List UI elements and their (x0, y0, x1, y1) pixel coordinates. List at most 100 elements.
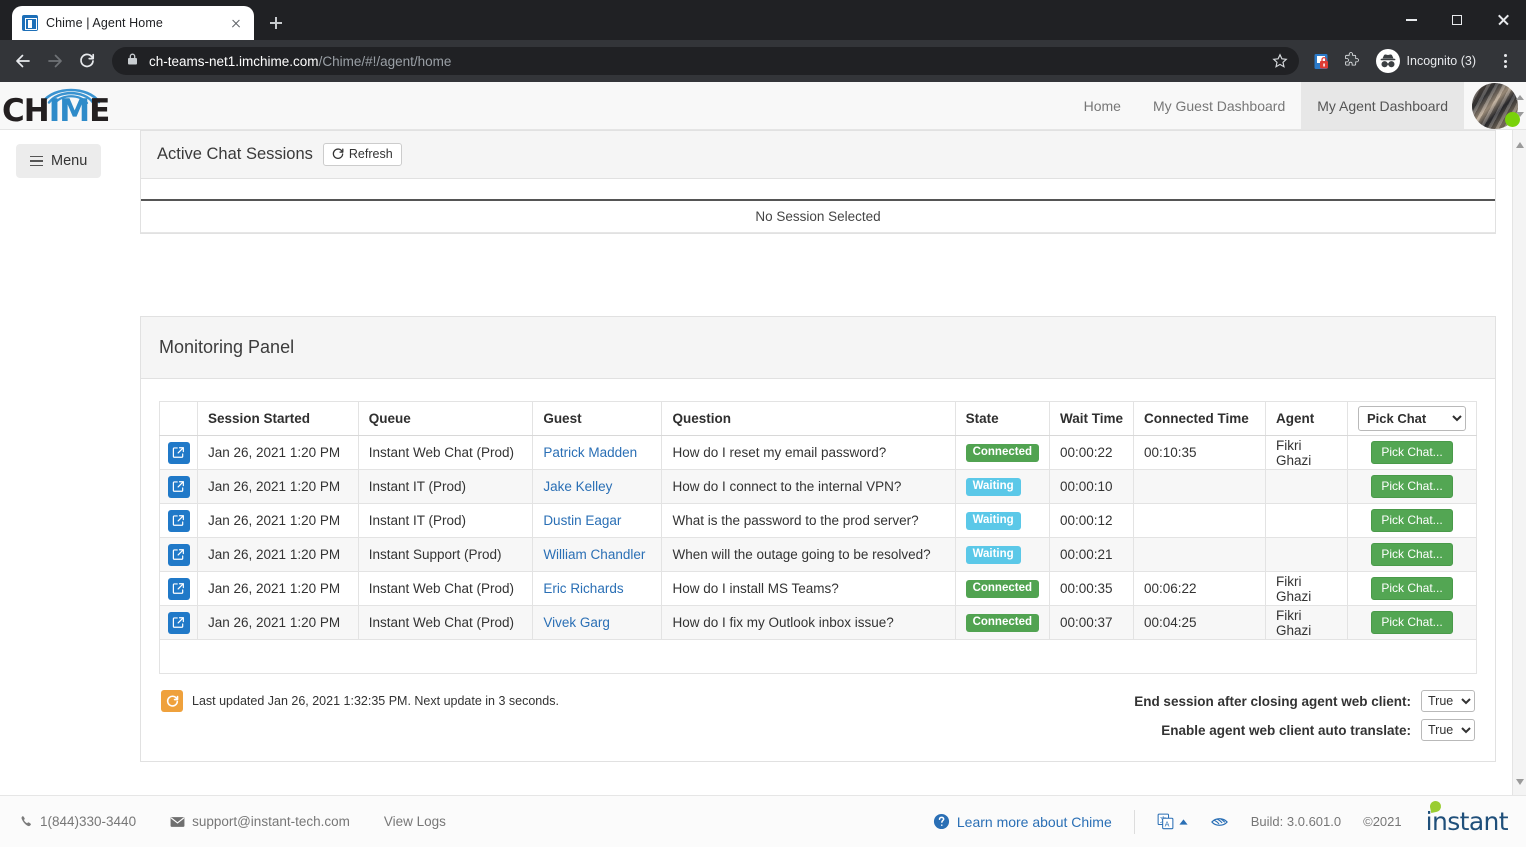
url-host: ch-teams-net1.imchime.com (149, 53, 319, 69)
browser-toolbar: ch-teams-net1.imchime.com/Chime/#!/agent… (0, 40, 1526, 82)
back-arrow-icon[interactable] (8, 46, 38, 76)
cell-queue: Instant IT (Prod) (357, 469, 534, 504)
monitoring-footer: Last updated Jan 26, 2021 1:32:35 PM. Ne… (159, 674, 1477, 743)
lock-icon (126, 52, 139, 71)
guest-link[interactable]: Dustin Eagar (543, 513, 621, 528)
address-bar[interactable]: ch-teams-net1.imchime.com/Chime/#!/agent… (112, 47, 1299, 75)
open-external-icon[interactable] (167, 543, 190, 566)
chime-navbar: CHIME Home My Guest Dashboard My Agent D… (0, 82, 1526, 130)
monitoring-panel-header: Monitoring Panel (141, 317, 1495, 379)
puzzle-extensions-icon[interactable] (1339, 48, 1365, 74)
cell-wait-time: 00:00:10 (1048, 469, 1135, 504)
cell-question: What is the password to the prod server? (661, 503, 956, 538)
table-row[interactable]: Jan 26, 2021 1:20 PM Instant Web Chat (Pr… (159, 605, 1477, 640)
setting-end-session-select[interactable]: TrueFalse (1421, 690, 1475, 712)
avatar-menu[interactable] (1464, 82, 1526, 129)
hamburger-icon (30, 155, 43, 167)
nav-item-my-agent-dashboard[interactable]: My Agent Dashboard (1301, 82, 1464, 129)
tab-title: Chime | Agent Home (46, 16, 163, 30)
pick-chat-button[interactable]: Pick Chat... (1371, 441, 1453, 464)
setting-auto-translate-select[interactable]: TrueFalse (1421, 719, 1475, 741)
footer-accessibility[interactable] (1210, 815, 1229, 829)
cell-wait-time: 00:00:22 (1048, 435, 1135, 470)
nav-item-home[interactable]: Home (1068, 82, 1137, 129)
table-row[interactable]: Jan 26, 2021 1:20 PM Instant Support (Pro… (159, 537, 1477, 572)
cell-connected-time: 00:10:35 (1133, 435, 1266, 470)
session-tabstrip[interactable] (141, 179, 1495, 201)
pick-chat-button[interactable]: Pick Chat... (1371, 475, 1453, 498)
footer-learn-more[interactable]: Learn more about Chime (933, 813, 1112, 830)
footer-translate[interactable]: 文 A (1157, 813, 1188, 830)
cell-question: When will the outage going to be resolve… (661, 537, 956, 572)
monitoring-table: Session Started Queue Guest Question Sta… (159, 401, 1477, 674)
maximize-button[interactable] (1434, 0, 1480, 40)
guest-link[interactable]: Patrick Madden (543, 445, 637, 460)
guest-link[interactable]: William Chandler (543, 547, 645, 562)
open-external-icon[interactable] (167, 577, 190, 600)
column-agent: Agent (1265, 401, 1348, 436)
refresh-sessions-button[interactable]: Refresh (322, 143, 402, 166)
browser-tab[interactable]: Chime | Agent Home (12, 6, 254, 40)
pick-chat-button[interactable]: Pick Chat... (1371, 577, 1453, 600)
nav-item-my-guest-dashboard[interactable]: My Guest Dashboard (1137, 82, 1301, 129)
cell-guest: William Chandler (532, 537, 663, 572)
kebab-menu-icon[interactable] (1492, 48, 1518, 74)
cell-connected-time (1133, 503, 1266, 538)
guest-link[interactable]: Vivek Garg (543, 615, 610, 630)
page-scrollbar[interactable] (1512, 130, 1526, 795)
reload-icon[interactable] (72, 46, 102, 76)
close-icon[interactable] (226, 13, 246, 33)
bulk-action-select[interactable]: Pick ChatTransferClose (1358, 406, 1466, 431)
status-badge (1505, 112, 1520, 127)
cell-session-started: Jan 26, 2021 1:20 PM (197, 537, 359, 572)
pick-chat-button[interactable]: Pick Chat... (1371, 611, 1453, 634)
manual-refresh-button[interactable] (161, 690, 183, 712)
table-row[interactable]: Jan 26, 2021 1:20 PM Instant Web Chat (Pr… (159, 435, 1477, 470)
active-chat-sessions-panel: Active Chat Sessions Refresh No Session … (140, 130, 1496, 234)
cell-agent: Fikri Ghazi (1265, 571, 1348, 606)
guest-link[interactable]: Jake Kelley (543, 479, 612, 494)
footer-email[interactable]: support@instant-tech.com (170, 814, 350, 829)
column-queue: Queue (357, 401, 534, 436)
instant-brand-logo: instant (1424, 799, 1509, 834)
chime-logo[interactable]: CHIME (0, 82, 120, 129)
open-external-icon[interactable] (167, 475, 190, 498)
accessibility-icon (1210, 817, 1228, 826)
refresh-icon (332, 148, 344, 159)
bookmark-lock-extension-icon[interactable] (1309, 48, 1335, 74)
open-session-cell (159, 537, 198, 572)
pick-chat-button[interactable]: Pick Chat... (1371, 509, 1453, 532)
cell-wait-time: 00:00:37 (1048, 605, 1135, 640)
column-session-started: Session Started (197, 401, 359, 436)
guest-link[interactable]: Eric Richards (543, 581, 623, 596)
help-circle-icon (933, 813, 949, 830)
scroll-up-arrow[interactable] (1516, 135, 1524, 153)
minimize-button[interactable] (1388, 0, 1434, 40)
menu-button[interactable]: Menu (16, 144, 102, 178)
cell-question: How do I fix my Outlook inbox issue? (661, 605, 956, 640)
forward-arrow-icon[interactable] (40, 46, 70, 76)
scroll-down-arrow[interactable] (1516, 772, 1524, 790)
pick-chat-button[interactable]: Pick Chat... (1371, 543, 1453, 566)
table-header-row: Session Started Queue Guest Question Sta… (159, 401, 1477, 436)
new-tab-button[interactable] (262, 9, 290, 37)
table-row[interactable]: Jan 26, 2021 1:20 PM Instant IT (Prod) Dus… (159, 503, 1477, 538)
table-row[interactable]: Jan 26, 2021 1:20 PM Instant IT (Prod) Jak… (159, 469, 1477, 504)
open-external-icon[interactable] (167, 441, 190, 464)
cell-state: Connected (954, 605, 1050, 640)
close-button[interactable] (1480, 0, 1526, 40)
cell-action: Pick Chat... (1347, 605, 1477, 640)
open-session-cell (159, 469, 198, 504)
content-column: Active Chat Sessions Refresh No Session … (140, 130, 1526, 795)
table-row[interactable]: Jan 26, 2021 1:20 PM Instant Web Chat (Pr… (159, 571, 1477, 606)
incognito-indicator[interactable]: Incognito (3) (1369, 47, 1488, 75)
footer-view-logs[interactable]: View Logs (384, 814, 446, 829)
caret-up-icon (1179, 818, 1188, 825)
footer-phone[interactable]: 1(844)330-3440 (20, 814, 136, 829)
status-badge: Connected (965, 613, 1039, 633)
star-icon[interactable] (1267, 48, 1293, 74)
open-external-icon[interactable] (167, 509, 190, 532)
translate-icon: 文 A (1157, 813, 1174, 830)
open-external-icon[interactable] (167, 611, 190, 634)
cell-wait-time: 00:00:35 (1048, 571, 1135, 606)
